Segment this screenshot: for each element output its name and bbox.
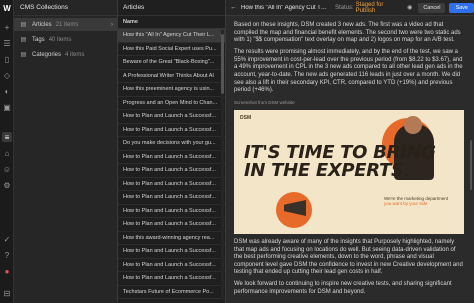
article-name: How this award-winning agency rea... bbox=[123, 234, 215, 241]
eye-icon[interactable]: ◉ bbox=[407, 4, 412, 11]
article-name: How to Plan and Launch a Successf... bbox=[123, 126, 216, 133]
article-name: How this preeminent agency is usin... bbox=[123, 86, 215, 93]
article-name: How to Plan and Launch a Successf... bbox=[123, 248, 216, 255]
status-badge[interactable]: Staged for Publish bbox=[356, 2, 401, 14]
list-item[interactable]: How to Plan and Launch a Successf... bbox=[118, 124, 225, 137]
scrollbar-thumb[interactable] bbox=[221, 34, 224, 94]
article-name: How to Plan and Launch a Successf... bbox=[123, 180, 216, 187]
tagline-line-1: We're the marketing department bbox=[384, 195, 449, 201]
list-item[interactable]: How this "All In" Agency Cut Their L...› bbox=[118, 29, 225, 43]
article-name: How this "All In" Agency Cut Their L... bbox=[123, 32, 215, 39]
assets-icon[interactable]: ▣ bbox=[2, 102, 12, 112]
close-panel-icon[interactable]: ⊟ bbox=[2, 288, 12, 298]
article-name: A Professional Writer Thinks About AI bbox=[123, 72, 214, 79]
collections-title: CMS Collections bbox=[14, 0, 117, 16]
chevron-right-icon: › bbox=[111, 21, 113, 28]
image-headline: IT'S TIME TO BRING IN THE EXPERTS. bbox=[244, 143, 436, 181]
article-name: How this Paid Social Expert uses Pu... bbox=[123, 45, 217, 52]
audit-icon[interactable]: ✓ bbox=[2, 234, 12, 244]
list-item[interactable]: Progress and an Open Mind to Chan... bbox=[118, 97, 225, 110]
collection-count: 40 items bbox=[48, 36, 72, 43]
pages-icon[interactable]: ▯ bbox=[2, 54, 12, 64]
collection-icon: ▤ bbox=[20, 22, 27, 28]
person-head bbox=[404, 115, 422, 134]
cms-icon[interactable]: ≡ bbox=[2, 132, 12, 142]
add-icon[interactable]: + bbox=[2, 22, 12, 32]
image-caption: Screenshot from DSM website bbox=[234, 100, 295, 106]
list-item[interactable]: How to Plan and Launch a Successf... bbox=[118, 151, 225, 164]
collection-label: Categories bbox=[32, 51, 62, 58]
article-name: How to Plan and Launch a Successf... bbox=[123, 167, 216, 174]
collection-categories[interactable]: ▤ Categories 4 items bbox=[14, 48, 117, 61]
name-column-header[interactable]: Name bbox=[118, 16, 225, 29]
list-item[interactable]: How to Plan and Launch a Successf... bbox=[118, 191, 225, 205]
list-item[interactable]: Do you make decisions with your gu... bbox=[118, 137, 225, 151]
article-name: How to Plan and Launch a Successf... bbox=[123, 261, 216, 268]
list-item[interactable]: How to Plan and Launch a Successf... bbox=[118, 110, 225, 124]
article-name: How to Plan and Launch a Successf... bbox=[123, 153, 216, 160]
users-icon[interactable]: ☺ bbox=[2, 164, 12, 174]
collection-articles[interactable]: ▤ Articles 21 items › bbox=[14, 18, 117, 31]
tagline-line-2: you want by your side bbox=[384, 201, 428, 207]
paragraph[interactable]: Based on these insights, DSM created 3 n… bbox=[234, 22, 464, 45]
articles-title: Articles bbox=[118, 0, 225, 16]
image-tagline: We're the marketing department you want … bbox=[384, 196, 448, 207]
components-icon[interactable]: ◇ bbox=[2, 70, 12, 80]
list-item[interactable]: How to Plan and Launch a Successf... bbox=[118, 272, 225, 286]
collection-tags[interactable]: ▤ Tags 40 items bbox=[14, 33, 117, 46]
list-item[interactable]: How this award-winning agency rea... bbox=[118, 232, 225, 245]
item-title: How this "All In" Agency Cut Thei... bbox=[241, 4, 327, 11]
article-name: How to Plan and Launch a Successf... bbox=[123, 275, 216, 282]
collections-panel: CMS Collections ▤ Articles 21 items › ▤ … bbox=[14, 0, 118, 303]
collection-label: Tags bbox=[32, 36, 45, 43]
list-item[interactable]: How this preeminent agency is usin... bbox=[118, 83, 225, 97]
arrow-left-icon[interactable]: ← bbox=[230, 4, 237, 11]
collection-icon: ▤ bbox=[20, 52, 27, 58]
image-brand: DSM bbox=[240, 114, 252, 121]
navigator-icon[interactable]: ☰ bbox=[2, 38, 12, 48]
collection-count: 21 items bbox=[55, 21, 79, 28]
settings-icon[interactable]: ⚙ bbox=[2, 180, 12, 190]
list-item[interactable]: How to Plan and Launch a Successf... bbox=[118, 164, 225, 178]
collection-icon: ▤ bbox=[20, 37, 27, 43]
embedded-image[interactable]: DSM IT'S TIME TO BRING IN THE EXPERTS. W… bbox=[234, 109, 464, 234]
help-icon[interactable]: ? bbox=[2, 250, 12, 260]
status-label: Status: bbox=[334, 4, 354, 11]
list-item[interactable]: How to Plan and Launch a Successf... bbox=[118, 259, 225, 272]
editor-topbar: ← How this "All In" Agency Cut Thei... S… bbox=[226, 0, 474, 16]
ecommerce-icon[interactable]: ⌂ bbox=[2, 148, 12, 158]
paragraph[interactable]: The results were promising almost immedi… bbox=[234, 49, 464, 95]
article-name: How to Plan and Launch a Successf... bbox=[123, 207, 216, 214]
article-name: How to Plan and Launch a Successf... bbox=[123, 113, 216, 120]
list-item[interactable]: How to Plan and Launch a Successf... bbox=[118, 218, 225, 232]
list-item[interactable]: How to Plan and Launch a Successf... bbox=[118, 178, 225, 191]
styles-icon[interactable]: ◐ bbox=[2, 86, 12, 96]
list-item[interactable]: How to Plan and Launch a Successf... bbox=[118, 205, 225, 218]
article-name: Beware of the Great "Black-Boxing"... bbox=[123, 59, 215, 66]
save-button[interactable]: Save bbox=[449, 2, 474, 13]
article-name: Do you make decisions with your gu... bbox=[123, 140, 216, 147]
article-name: Progress and an Open Mind to Chan... bbox=[123, 99, 218, 106]
list-item[interactable]: Beware of the Great "Black-Boxing"... bbox=[118, 56, 225, 70]
rich-text-body[interactable]: Based on these insights, DSM created 3 n… bbox=[234, 22, 464, 301]
article-name: How to Plan and Launch a Successf... bbox=[123, 221, 216, 228]
article-name: How to Plan and Launch a Successf... bbox=[123, 194, 216, 201]
webflow-logo-icon[interactable]: W bbox=[2, 3, 12, 13]
editor-scrollbar[interactable] bbox=[470, 140, 472, 190]
list-item[interactable]: Techstars Future of Ecommerce Po... bbox=[118, 286, 225, 299]
collection-count: 4 items bbox=[65, 51, 85, 58]
item-editor: ← How this "All In" Agency Cut Thei... S… bbox=[226, 0, 474, 303]
paragraph[interactable]: We look forward to continuing to inspire… bbox=[234, 281, 464, 296]
paragraph[interactable]: DSM was already aware of many of the ins… bbox=[234, 239, 464, 277]
cancel-button[interactable]: Cancel bbox=[418, 2, 446, 13]
collection-label: Articles bbox=[32, 21, 52, 28]
list-item[interactable]: How this Paid Social Expert uses Pu... bbox=[118, 43, 225, 56]
articles-panel: Articles Name How this "All In" Agency C… bbox=[118, 0, 226, 303]
left-rail: W + ☰ ▯ ◇ ◐ ▣ ≡ ⌂ ☺ ⚙ ✓ ? ● ⊟ bbox=[0, 0, 14, 303]
article-name: Techstars Future of Ecommerce Po... bbox=[123, 288, 214, 295]
list-item[interactable]: A Professional Writer Thinks About AI bbox=[118, 70, 225, 83]
headline-line-2: IN THE EXPERTS. bbox=[244, 159, 411, 181]
record-icon[interactable]: ● bbox=[2, 266, 12, 276]
list-item[interactable]: How to Plan and Launch a Successf... bbox=[118, 245, 225, 259]
